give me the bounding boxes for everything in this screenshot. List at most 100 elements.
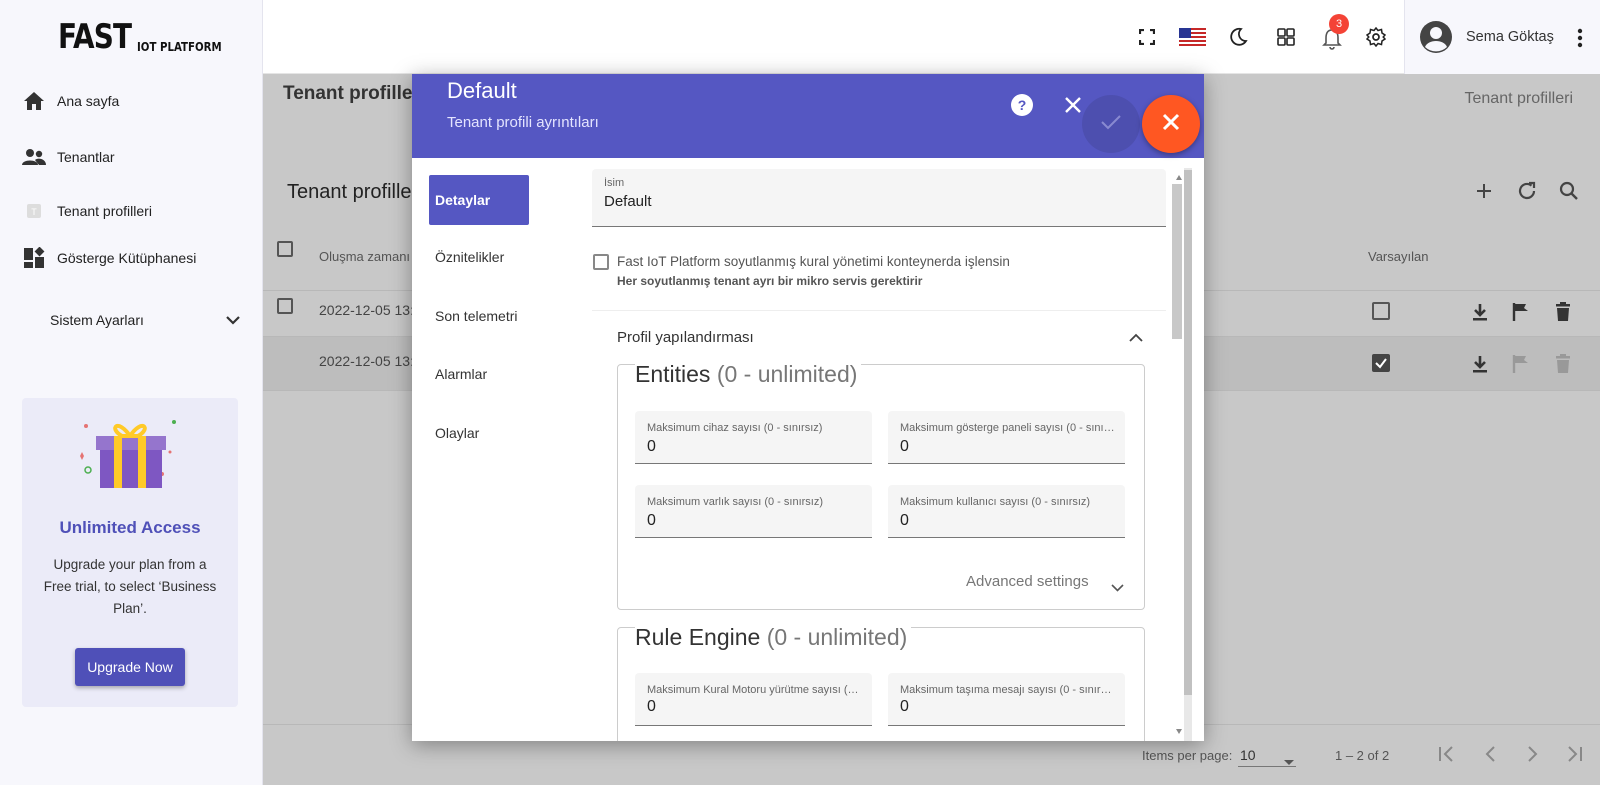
notification-badge: 3 bbox=[1329, 14, 1349, 34]
avatar bbox=[1420, 21, 1452, 58]
chevron-down-icon bbox=[226, 312, 240, 328]
user-menu[interactable]: Sema Göktaş bbox=[1404, 0, 1600, 74]
divider bbox=[592, 310, 1166, 311]
fullscreen-icon[interactable] bbox=[1136, 26, 1158, 48]
refresh-icon[interactable] bbox=[1515, 179, 1539, 203]
column-header-created[interactable]: Oluşma zamanı bbox=[319, 249, 410, 264]
apps-grid-icon[interactable] bbox=[1275, 26, 1297, 48]
page-size-select[interactable]: 10 bbox=[1238, 741, 1296, 767]
topbar bbox=[263, 0, 1600, 74]
tab-details[interactable]: Detaylar bbox=[429, 175, 529, 225]
entities-title: Entities (0 - unlimited) bbox=[635, 361, 862, 388]
delete-icon[interactable] bbox=[1552, 301, 1574, 323]
sidebar-item-system-settings[interactable]: Sistem Ayarları bbox=[50, 312, 240, 328]
last-page-icon[interactable] bbox=[1565, 745, 1583, 768]
isolated-rule-engine-label: Fast IoT Platform soyutlanmış kural yöne… bbox=[617, 254, 1010, 269]
items-per-page-label: Items per page: bbox=[1142, 748, 1233, 763]
logo[interactable]: FAST IOT PLATFORM bbox=[58, 20, 237, 54]
sidebar-item-label: Tenant profilleri bbox=[57, 203, 152, 219]
dark-mode-icon[interactable] bbox=[1227, 26, 1249, 48]
close-icon[interactable] bbox=[1064, 96, 1082, 119]
help-icon[interactable]: ? bbox=[1011, 94, 1033, 121]
sidebar-item-label: Gösterge Kütüphanesi bbox=[57, 250, 197, 266]
max-assets-field[interactable]: Maksimum varlık sayısı (0 - sınırsız) 0 bbox=[635, 485, 872, 538]
max-rule-engine-executions-field[interactable]: Maksimum Kural Motoru yürütme sayısı (0 … bbox=[635, 673, 872, 726]
rule-engine-section: Rule Engine (0 - unlimited) Maksimum Kur… bbox=[617, 624, 1145, 741]
sidebar-item-dashboard-library[interactable]: Gösterge Kütüphanesi bbox=[22, 246, 196, 270]
select-all-checkbox[interactable] bbox=[277, 241, 293, 257]
column-header-default[interactable]: Varsayılan bbox=[1368, 249, 1428, 264]
tab-attributes[interactable]: Öznitelikler bbox=[429, 232, 529, 282]
gear-icon[interactable] bbox=[1365, 26, 1387, 48]
dialog-subtitle: Tenant profili ayrıntıları bbox=[447, 114, 599, 131]
table-title: Tenant profilleri bbox=[287, 181, 423, 203]
search-icon[interactable] bbox=[1557, 179, 1581, 203]
isolated-rule-engine-checkbox[interactable] bbox=[593, 254, 609, 270]
profile-config-header[interactable]: Profil yapılandırması bbox=[617, 329, 754, 346]
promo-text: Upgrade your plan from a Free trial, to … bbox=[43, 557, 217, 616]
download-icon[interactable] bbox=[1469, 301, 1491, 323]
field-value: 0 bbox=[647, 698, 656, 715]
tab-alarms[interactable]: Alarmlar bbox=[429, 349, 529, 399]
field-label: Maksimum Kural Motoru yürütme sayısı (0 … bbox=[647, 684, 862, 696]
field-value: 0 bbox=[647, 512, 656, 529]
promo-title: Unlimited Access bbox=[59, 518, 201, 537]
max-users-field[interactable]: Maksimum kullanıcı sayısı (0 - sınırsız)… bbox=[888, 485, 1125, 538]
max-devices-field[interactable]: Maksimum cihaz sayısı (0 - sınırsız) 0 bbox=[635, 411, 872, 464]
default-checkbox bbox=[1372, 302, 1390, 320]
first-page-icon[interactable] bbox=[1438, 745, 1456, 768]
flag-icon[interactable] bbox=[1510, 301, 1532, 323]
check-icon bbox=[1100, 113, 1122, 136]
page-title: Tenant profilleri bbox=[283, 83, 426, 104]
apply-changes-button[interactable] bbox=[1082, 95, 1140, 153]
sidebar-item-tenant-profiles[interactable]: T Tenant profilleri bbox=[22, 199, 152, 223]
row-checkbox[interactable] bbox=[277, 298, 293, 314]
add-icon[interactable] bbox=[1472, 179, 1496, 203]
sidebar-item-home[interactable]: Ana sayfa bbox=[22, 89, 119, 113]
us-flag-icon[interactable] bbox=[1178, 26, 1206, 48]
chevron-up-icon[interactable] bbox=[1129, 329, 1143, 347]
dialog-scrollbar[interactable] bbox=[1170, 168, 1192, 741]
field-value: 0 bbox=[900, 438, 909, 455]
user-name: Sema Göktaş bbox=[1466, 29, 1554, 45]
tenant-profile-dialog: Default Tenant profili ayrıntıları ? Det… bbox=[412, 74, 1204, 741]
sidebar: FAST IOT PLATFORM Ana sayfa Tenantlar T … bbox=[0, 0, 263, 785]
entities-range: (0 - unlimited) bbox=[716, 361, 858, 387]
name-field[interactable]: İsim Default bbox=[592, 169, 1166, 227]
breadcrumb[interactable]: Tenant profilleri bbox=[1465, 90, 1574, 108]
home-icon bbox=[22, 89, 46, 113]
sidebar-item-tenants[interactable]: Tenantlar bbox=[22, 145, 115, 169]
delete-icon bbox=[1552, 353, 1574, 375]
rule-engine-range: (0 - unlimited) bbox=[766, 624, 908, 650]
chevron-down-icon[interactable] bbox=[1111, 579, 1124, 597]
tab-events[interactable]: Olaylar bbox=[429, 408, 529, 458]
people-icon bbox=[22, 145, 46, 169]
name-field-label: İsim bbox=[604, 177, 625, 189]
gift-icon bbox=[78, 412, 182, 495]
download-icon[interactable] bbox=[1469, 353, 1491, 375]
previous-page-icon[interactable] bbox=[1482, 745, 1500, 768]
field-label: Maksimum cihaz sayısı (0 - sınırsız) bbox=[647, 422, 823, 434]
rule-engine-title-text: Rule Engine bbox=[635, 624, 761, 650]
field-label: Maksimum kullanıcı sayısı (0 - sınırsız) bbox=[900, 496, 1091, 508]
more-vert-icon[interactable] bbox=[1577, 28, 1583, 53]
isolated-rule-engine-hint: Her soyutlanmış tenant ayrı bir mikro se… bbox=[617, 274, 923, 288]
advanced-settings-toggle[interactable]: Advanced settings bbox=[966, 573, 1089, 590]
logo-text: FAST bbox=[58, 17, 132, 57]
dropdown-arrow-icon bbox=[1284, 752, 1294, 770]
tab-latest-telemetry[interactable]: Son telemetri bbox=[429, 291, 529, 341]
name-field-value: Default bbox=[604, 193, 652, 210]
field-label: Maksimum gösterge paneli sayısı (0 - sın… bbox=[900, 422, 1115, 434]
max-dashboards-field[interactable]: Maksimum gösterge paneli sayısı (0 - sın… bbox=[888, 411, 1125, 464]
upgrade-promo-card: Unlimited Access Upgrade your plan from … bbox=[22, 398, 238, 707]
upgrade-now-button[interactable]: Upgrade Now bbox=[75, 648, 185, 686]
flag-icon bbox=[1510, 353, 1532, 375]
close-edit-button[interactable] bbox=[1142, 95, 1200, 153]
default-checked-icon bbox=[1372, 354, 1390, 377]
max-transport-messages-field[interactable]: Maksimum taşıma mesajı sayısı (0 - sınır… bbox=[888, 673, 1125, 726]
svg-text:?: ? bbox=[1018, 97, 1027, 113]
rule-engine-title: Rule Engine (0 - unlimited) bbox=[635, 624, 912, 651]
entities-title-text: Entities bbox=[635, 361, 711, 387]
next-page-icon[interactable] bbox=[1523, 745, 1541, 768]
close-icon bbox=[1162, 113, 1180, 136]
